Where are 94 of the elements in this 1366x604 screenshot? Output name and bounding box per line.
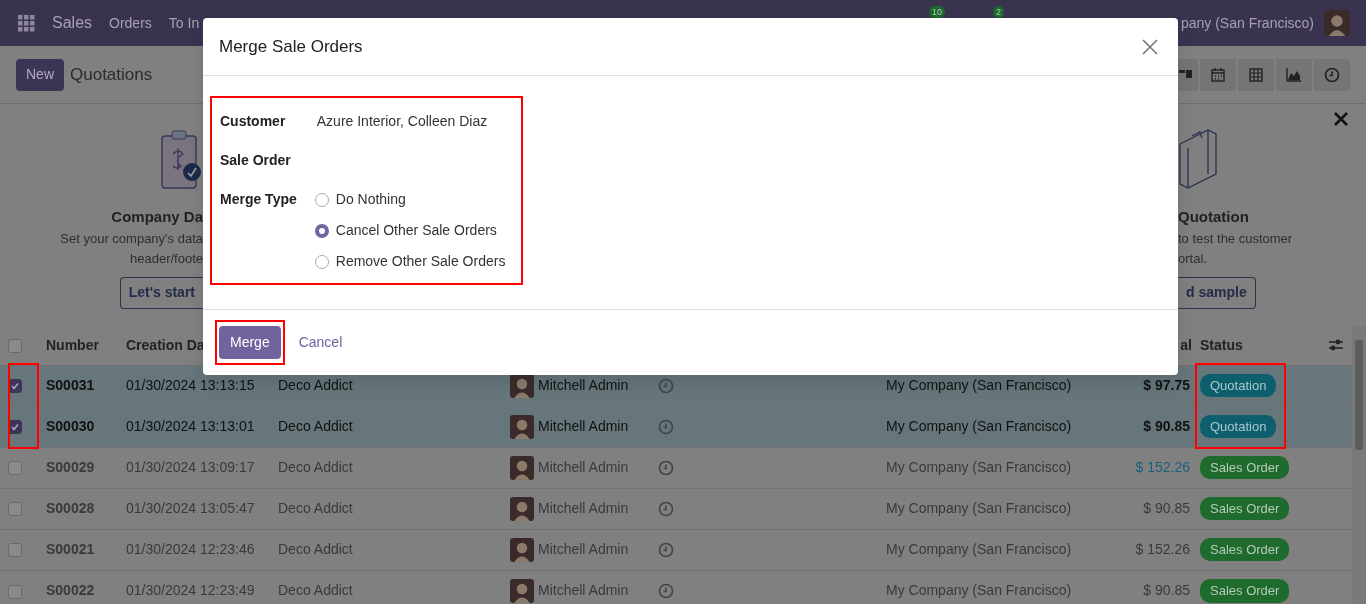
status-badge: Sales Order — [1200, 579, 1290, 603]
clock-icon[interactable] — [658, 418, 674, 435]
table-cell: My Company (San Francisco) — [878, 447, 1120, 488]
area-chart-icon — [1286, 66, 1302, 83]
salesperson-name: Mitchell Admin — [538, 458, 629, 477]
table-cell: S00022 — [38, 570, 118, 604]
status-badge: Sales Order — [1200, 455, 1290, 480]
spreadsheet-icon — [1248, 66, 1264, 83]
status-badge: Sales Order — [1200, 496, 1290, 521]
table-cell: Deco Addict — [270, 406, 502, 447]
close-button[interactable] — [1334, 112, 1348, 126]
status-badge: Sales Order — [1200, 537, 1290, 562]
table-cell: Deco Addict — [270, 447, 502, 488]
checkbox[interactable] — [8, 461, 22, 476]
table-cell: S00028 — [38, 488, 118, 529]
table-cell: My Company (San Francisco) — [878, 570, 1120, 604]
clock-icon[interactable] — [658, 582, 674, 599]
card-title: Company Da — [111, 207, 203, 227]
app-name[interactable]: Sales — [52, 11, 93, 35]
field-label: Customer — [220, 112, 287, 131]
table-cell: $ 90.85 — [1120, 570, 1192, 604]
cancel-button[interactable]: Cancel — [288, 332, 353, 353]
status-badge: Quotation — [1200, 373, 1277, 398]
table-cell: My Company (San Francisco) — [878, 529, 1120, 570]
field-label: Sale Order — [220, 151, 292, 170]
radio-icon[interactable] — [314, 223, 329, 238]
menu-item[interactable]: To In — [168, 12, 200, 34]
apps-menu-icon[interactable] — [18, 14, 35, 32]
salesperson-name: Mitchell Admin — [538, 417, 629, 436]
salesperson-name: Mitchell Admin — [538, 499, 629, 518]
table-cell: S00030 — [38, 406, 118, 447]
field-value: Azure Interior, Colleen Diaz — [315, 112, 489, 131]
view-button[interactable] — [1176, 58, 1198, 91]
avatar-icon — [510, 578, 534, 603]
dialog-title: Merge Sale Orders — [219, 35, 363, 58]
table-cell: Deco Addict — [270, 488, 502, 529]
card-text: Set your company's data — [60, 229, 203, 248]
table-cell: 01/30/2024 13:09:17 — [118, 447, 270, 488]
table-cell: 01/30/2024 12:23:46 — [118, 529, 270, 570]
calendar-icon — [1210, 66, 1226, 83]
table-cell: My Company (San Francisco) — [878, 406, 1120, 447]
table-cell: $ 152.26 — [1120, 529, 1192, 570]
radio-option[interactable]: Cancel Other Sale Orders — [314, 215, 506, 246]
checkbox[interactable] — [8, 543, 22, 558]
status-badge: Quotation — [1200, 414, 1277, 439]
avatar-icon — [510, 455, 534, 480]
radio-option[interactable]: Do Nothing — [314, 184, 506, 215]
avatar-icon — [510, 537, 534, 562]
salesperson-name: Mitchell Admin — [538, 540, 629, 559]
card-title: Quotation — [1178, 207, 1249, 227]
clock-icon[interactable] — [658, 459, 674, 476]
merge-button[interactable]: Merge — [219, 326, 281, 359]
table-cell: 01/30/2024 13:13:01 — [118, 406, 270, 447]
table-cell: S00029 — [38, 447, 118, 488]
avatar-icon — [510, 496, 534, 521]
card-text: to test the customer — [1178, 229, 1293, 248]
radio-option[interactable]: Remove Other Sale Orders — [314, 246, 506, 277]
count-badge: 2 — [992, 6, 1004, 18]
checkbox[interactable] — [8, 502, 22, 517]
table-cell: 01/30/2024 12:23:49 — [118, 570, 270, 604]
card-text: header/foote — [130, 249, 203, 268]
avatar-icon — [510, 414, 534, 439]
table-cell: $ 90.85 — [1120, 406, 1192, 447]
clock-icon[interactable] — [658, 500, 674, 517]
close-icon — [1334, 112, 1348, 126]
table-cell: S00031 — [38, 365, 118, 406]
scrollbar[interactable] — [1352, 326, 1366, 604]
clock-icon — [1324, 66, 1340, 83]
field-label: Merge Type — [220, 190, 297, 209]
checkbox[interactable] — [8, 584, 22, 599]
clock-icon[interactable] — [658, 541, 674, 558]
avatar-icon — [1324, 10, 1350, 36]
page-title: Quotations — [70, 63, 153, 86]
new-button[interactable]: New — [16, 58, 64, 91]
clock-icon[interactable] — [658, 377, 674, 394]
table-cell: S00021 — [38, 529, 118, 570]
close-icon — [1142, 38, 1158, 55]
salesperson-name: Mitchell Admin — [538, 376, 629, 395]
clipboard-icon — [159, 128, 203, 192]
table-cell: $ 90.85 — [1120, 488, 1192, 529]
menu-item[interactable]: Orders — [109, 12, 152, 34]
table-cell: My Company (San Francisco) — [878, 488, 1120, 529]
avatar-icon — [510, 373, 534, 398]
column-header[interactable]: Number — [38, 326, 118, 365]
count-badge: 10 — [928, 6, 945, 18]
company-name[interactable]: pany (San Francisco) — [1180, 12, 1314, 34]
column-header[interactable]: Status — [1192, 326, 1320, 365]
table-cell: $ 152.26 — [1120, 447, 1192, 488]
checkbox[interactable] — [8, 339, 22, 354]
table-cell: Deco Addict — [270, 529, 502, 570]
table-cell: 01/30/2024 13:05:47 — [118, 488, 270, 529]
table-cell: Deco Addict — [270, 570, 502, 604]
card-text: ortal. — [1178, 249, 1207, 268]
salesperson-name: Mitchell Admin — [538, 581, 629, 601]
